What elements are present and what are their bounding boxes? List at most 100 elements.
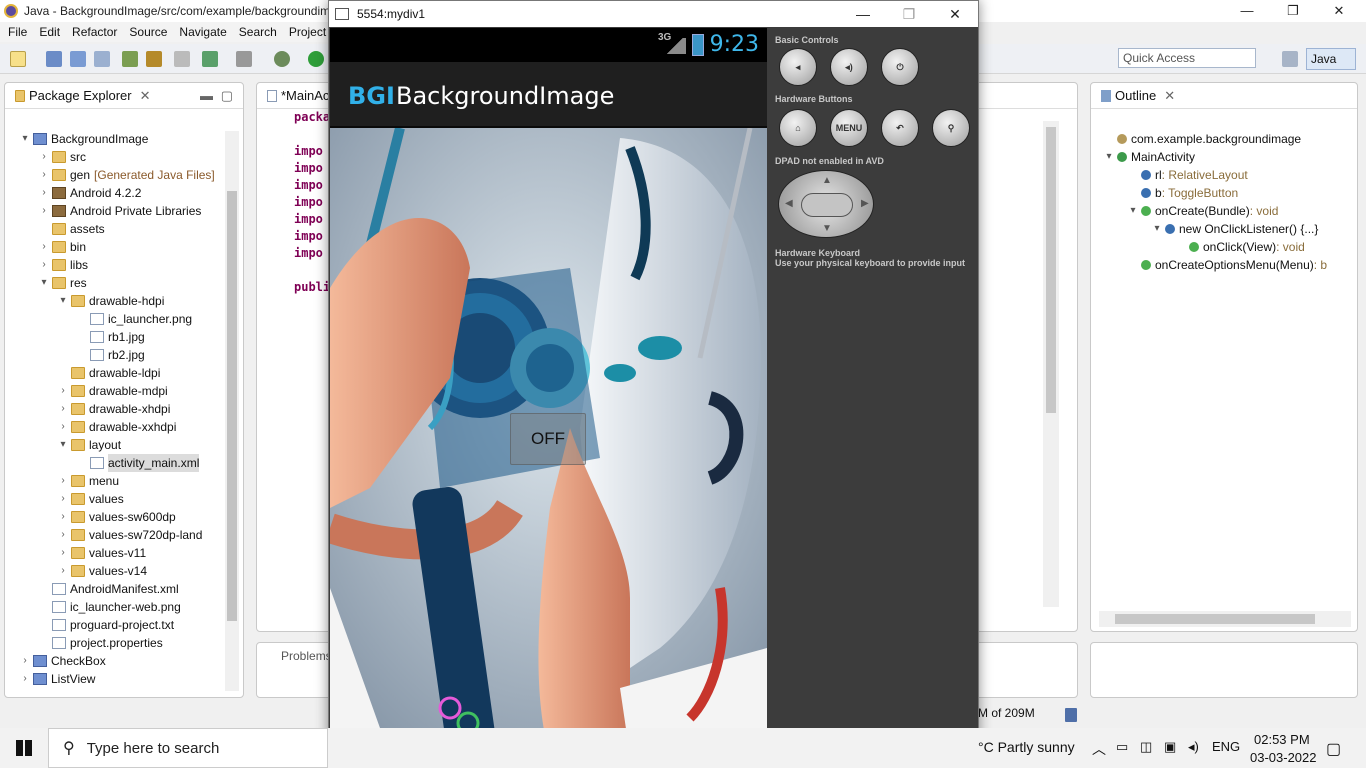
tree-item[interactable]: › ListView bbox=[19, 670, 95, 688]
expand-toggle-icon[interactable]: ▾ bbox=[38, 274, 50, 292]
clock-time[interactable]: 02:53 PM bbox=[1254, 732, 1310, 747]
tree-item[interactable]: ▾ res bbox=[38, 274, 86, 292]
expand-toggle-icon[interactable]: ▾ bbox=[57, 436, 69, 454]
tree-item[interactable]: › libs bbox=[38, 256, 88, 274]
windows-start-icon[interactable] bbox=[16, 740, 32, 756]
tools-icon[interactable] bbox=[236, 51, 252, 67]
maximize-view-icon[interactable]: ▢ bbox=[221, 88, 233, 104]
expand-toggle-icon[interactable]: ▾ bbox=[57, 292, 69, 310]
expand-toggle-icon[interactable]: › bbox=[38, 238, 50, 256]
notification-icon[interactable]: ▢ bbox=[1326, 739, 1341, 759]
menu-search[interactable]: Search bbox=[233, 25, 283, 39]
quick-access-input[interactable]: Quick Access bbox=[1118, 48, 1256, 68]
back-button[interactable]: ↶ bbox=[881, 109, 919, 147]
tree-item[interactable]: ▾ BackgroundImage bbox=[19, 130, 148, 148]
tree-item[interactable]: ic_launcher.png bbox=[76, 310, 192, 328]
trash-icon[interactable] bbox=[1065, 708, 1077, 722]
package-explorer-tab[interactable]: Package Explorer ✕ ▬ ▢ bbox=[5, 83, 243, 109]
tree-item[interactable]: › values-v11 bbox=[57, 544, 146, 562]
tree-item[interactable]: › drawable-xhdpi bbox=[57, 400, 170, 418]
tree-item[interactable]: AndroidManifest.xml bbox=[38, 580, 179, 598]
expand-toggle-icon[interactable]: › bbox=[38, 256, 50, 274]
print-icon[interactable] bbox=[94, 51, 110, 67]
expand-toggle-icon[interactable]: › bbox=[57, 400, 69, 418]
tree-item[interactable]: › drawable-xxhdpi bbox=[57, 418, 176, 436]
tree-item[interactable]: rb2.jpg bbox=[76, 346, 145, 364]
power-button[interactable]: ⏻ bbox=[881, 48, 919, 86]
tree-item[interactable]: ▾ layout bbox=[57, 436, 121, 454]
expand-toggle-icon[interactable]: › bbox=[38, 184, 50, 202]
expand-toggle-icon[interactable]: ▾ bbox=[19, 130, 31, 148]
expand-toggle-icon[interactable]: › bbox=[19, 670, 31, 688]
home-button[interactable]: ⌂ bbox=[779, 109, 817, 147]
expand-toggle-icon[interactable]: › bbox=[38, 202, 50, 220]
tray-chevron-icon[interactable]: ︿ bbox=[1092, 739, 1106, 759]
close-outline-icon[interactable]: ✕ bbox=[1164, 88, 1175, 104]
tree-item[interactable]: › src bbox=[38, 148, 86, 166]
tree-item[interactable]: drawable-ldpi bbox=[57, 364, 160, 382]
tree-item[interactable]: › Android Private Libraries bbox=[38, 202, 201, 220]
language-indicator[interactable]: ENG bbox=[1212, 739, 1240, 754]
debug-icon[interactable] bbox=[274, 51, 290, 67]
tray-volume-icon[interactable]: ◂) bbox=[1188, 739, 1199, 755]
outline-item[interactable]: ▾ onCreate(Bundle) : void bbox=[1127, 202, 1278, 220]
java-perspective-button[interactable]: Java bbox=[1306, 48, 1356, 70]
close-tab-icon[interactable]: ✕ bbox=[140, 88, 151, 104]
tree-item[interactable]: › values-sw600dp bbox=[57, 508, 175, 526]
outline-item[interactable]: ▾ MainActivity bbox=[1103, 148, 1195, 166]
menu-refactor[interactable]: Refactor bbox=[66, 25, 123, 39]
expand-toggle-icon[interactable]: › bbox=[57, 508, 69, 526]
expand-toggle-icon[interactable]: ▾ bbox=[1151, 220, 1163, 238]
tree-item[interactable]: ▾ drawable-hdpi bbox=[57, 292, 164, 310]
package-explorer-scrollbar[interactable] bbox=[225, 131, 239, 691]
expand-toggle-icon[interactable]: › bbox=[38, 166, 50, 184]
tree-item[interactable]: › drawable-mdpi bbox=[57, 382, 167, 400]
expand-toggle-icon[interactable]: ▾ bbox=[1103, 148, 1115, 166]
open-perspective-icon[interactable] bbox=[1282, 51, 1298, 67]
outline-item[interactable]: onClick(View) : void bbox=[1175, 238, 1305, 256]
menu-navigate[interactable]: Navigate bbox=[173, 25, 232, 39]
editor-scrollbar-thumb[interactable] bbox=[1046, 127, 1056, 413]
expand-toggle-icon[interactable]: › bbox=[38, 148, 50, 166]
outline-item[interactable]: b : ToggleButton bbox=[1127, 184, 1238, 202]
tree-item[interactable]: proguard-project.txt bbox=[38, 616, 174, 634]
tree-item[interactable]: › values bbox=[57, 490, 123, 508]
volume-down-button[interactable]: ◂ bbox=[779, 48, 817, 86]
new-icon[interactable] bbox=[10, 51, 26, 67]
tree-item[interactable]: › values-v14 bbox=[57, 562, 147, 580]
outline-item[interactable]: rl : RelativeLayout bbox=[1127, 166, 1248, 184]
taskbar-search-box[interactable]: ⚲ Type here to search bbox=[48, 728, 328, 768]
outline-item[interactable]: ▾ new OnClickListener() {...} bbox=[1151, 220, 1318, 238]
tray-display-icon[interactable]: ▣ bbox=[1164, 739, 1176, 755]
skip-breakpoints-icon[interactable] bbox=[174, 51, 190, 67]
save-all-icon[interactable] bbox=[70, 51, 86, 67]
problems-tab[interactable]: Problems bbox=[281, 649, 332, 663]
emulator-close-button[interactable]: ✕ bbox=[932, 1, 978, 27]
outline-tab[interactable]: Outline ✕ bbox=[1091, 83, 1357, 109]
menu-source[interactable]: Source bbox=[123, 25, 173, 39]
outline-hscroll-thumb[interactable] bbox=[1115, 614, 1315, 624]
tray-network-icon[interactable]: ▭ bbox=[1116, 739, 1128, 755]
download-icon[interactable] bbox=[122, 51, 138, 67]
emulator-maximize-button[interactable]: ❐ bbox=[886, 1, 932, 27]
toggle-button[interactable]: OFF bbox=[510, 413, 586, 465]
tree-item[interactable]: project.properties bbox=[38, 634, 163, 652]
tree-item[interactable]: › bin bbox=[38, 238, 86, 256]
device-screen[interactable]: 3G 9:23 BGI BackgroundImage bbox=[330, 28, 767, 756]
menu-file[interactable]: File bbox=[2, 25, 33, 39]
tree-item[interactable]: › values-sw720dp-land bbox=[57, 526, 202, 544]
expand-toggle-icon[interactable]: › bbox=[57, 562, 69, 580]
outline-item[interactable]: onCreateOptionsMenu(Menu) : b bbox=[1127, 256, 1327, 274]
android-sdk-icon[interactable] bbox=[146, 51, 162, 67]
expand-toggle-icon[interactable]: › bbox=[19, 652, 31, 670]
tree-item[interactable]: › gen [Generated Java Files] bbox=[38, 166, 214, 184]
search-button[interactable]: ⚲ bbox=[932, 109, 970, 147]
clock-date[interactable]: 03-03-2022 bbox=[1250, 750, 1317, 765]
editor-scrollbar[interactable] bbox=[1043, 121, 1059, 607]
tree-item[interactable]: assets bbox=[38, 220, 105, 238]
expand-toggle-icon[interactable]: › bbox=[57, 490, 69, 508]
tray-meet-icon[interactable]: ◫ bbox=[1140, 739, 1152, 755]
expand-toggle-icon[interactable]: ▾ bbox=[1127, 202, 1139, 220]
expand-toggle-icon[interactable]: › bbox=[57, 544, 69, 562]
volume-up-button[interactable]: ◂) bbox=[830, 48, 868, 86]
